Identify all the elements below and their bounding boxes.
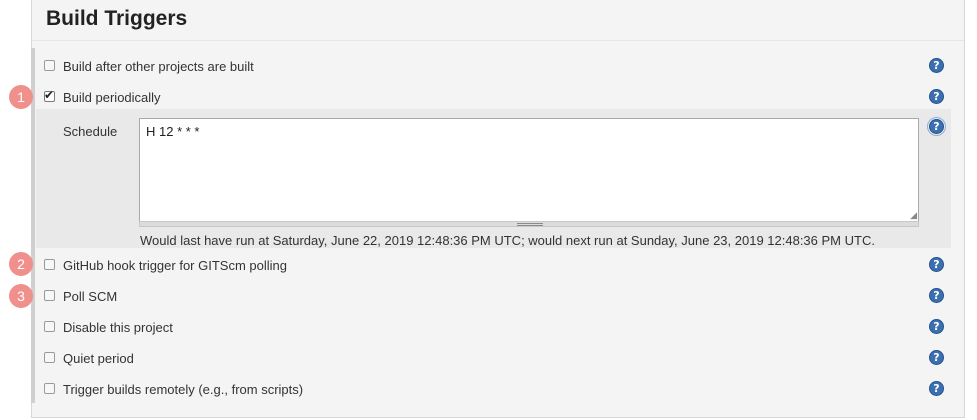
build-periodically-label[interactable]: Build periodically — [63, 90, 161, 105]
schedule-value: H 12 * * * — [146, 124, 200, 139]
resize-corner-icon[interactable]: ◢ — [910, 211, 917, 220]
step-badge-2: 2 — [9, 252, 33, 276]
build-after-other-projects-checkbox[interactable] — [44, 60, 55, 71]
poll-scm-checkbox[interactable] — [44, 290, 55, 301]
help-icon[interactable]: ? — [929, 350, 944, 365]
trigger-row-poll-scm: Poll SCM — [36, 286, 951, 308]
section-title: Build Triggers — [46, 7, 188, 30]
build-after-other-projects-label[interactable]: Build after other projects are built — [63, 59, 254, 74]
help-icon[interactable]: ? — [929, 288, 944, 303]
section-divider — [32, 40, 964, 41]
github-hook-label[interactable]: GitHub hook trigger for GITScm polling — [63, 258, 287, 273]
trigger-row-build-periodically: ✔ Build periodically — [36, 87, 951, 109]
help-icon[interactable]: ? — [929, 257, 944, 272]
trigger-row-quiet-period: Quiet period — [36, 348, 951, 370]
grip-icon — [517, 223, 543, 226]
disable-project-label[interactable]: Disable this project — [63, 320, 173, 335]
quiet-period-label[interactable]: Quiet period — [63, 351, 134, 366]
trigger-row-build-after-other-projects: Build after other projects are built — [36, 56, 951, 78]
schedule-textarea[interactable]: H 12 * * * ◢ — [139, 118, 919, 222]
help-icon[interactable]: ? — [929, 319, 944, 334]
textarea-resize-handle[interactable] — [139, 221, 919, 227]
disable-project-checkbox[interactable] — [44, 321, 55, 332]
trigger-remotely-label[interactable]: Trigger builds remotely (e.g., from scri… — [63, 382, 303, 397]
trigger-remotely-checkbox[interactable] — [44, 383, 55, 394]
schedule-label: Schedule — [63, 124, 118, 139]
help-icon[interactable]: ? — [929, 58, 944, 73]
step-badge-3: 3 — [9, 284, 33, 308]
build-periodically-checkbox[interactable]: ✔ — [44, 88, 55, 102]
trigger-row-trigger-remotely: Trigger builds remotely (e.g., from scri… — [36, 379, 951, 401]
trigger-row-disable-project: Disable this project — [36, 317, 951, 339]
github-hook-checkbox[interactable] — [44, 259, 55, 270]
poll-scm-label[interactable]: Poll SCM — [63, 289, 117, 304]
checkmark-icon: ✔ — [44, 88, 55, 102]
step-badge-1: 1 — [9, 85, 33, 109]
help-icon[interactable]: ? — [929, 381, 944, 396]
schedule-run-info: Would last have run at Saturday, June 22… — [140, 233, 875, 248]
help-icon[interactable]: ? — [929, 89, 944, 104]
quiet-period-checkbox[interactable] — [44, 352, 55, 363]
trigger-row-github-hook: GitHub hook trigger for GITScm polling — [36, 255, 951, 277]
help-icon[interactable]: ? — [927, 117, 946, 136]
